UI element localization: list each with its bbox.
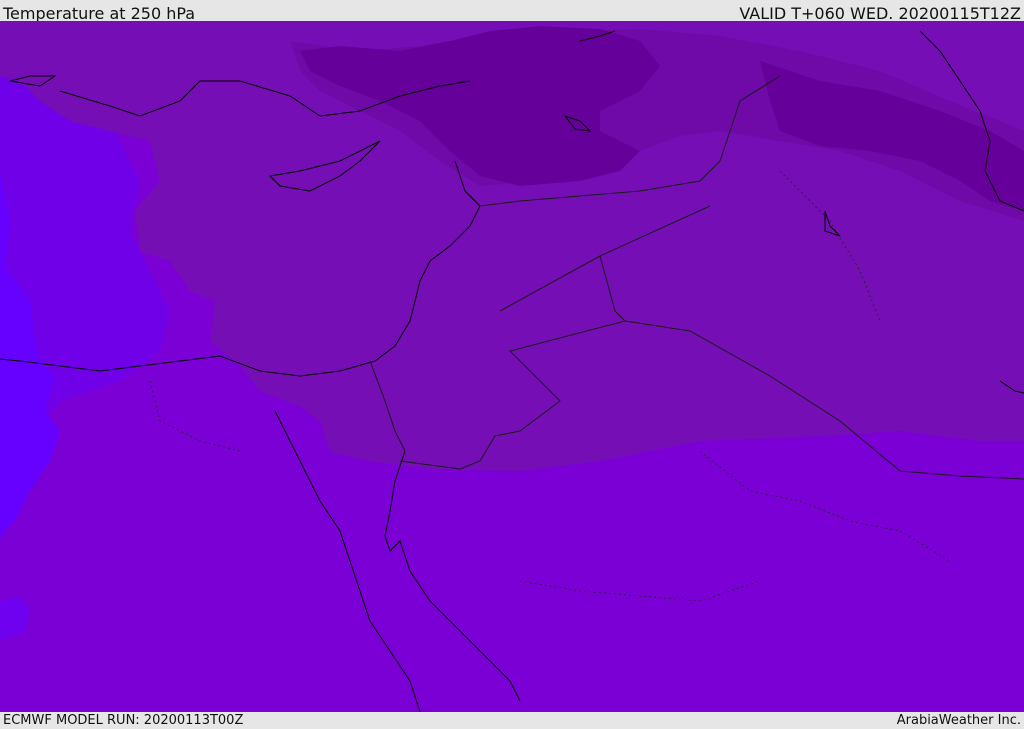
credit-text: ArabiaWeather Inc. <box>896 713 1021 728</box>
header-bar: Temperature at 250 hPa VALID T+060 WED. … <box>0 0 1024 23</box>
temperature-map <box>0 21 1024 712</box>
map-panel[interactable] <box>0 21 1024 712</box>
footer-bar: ECMWF MODEL RUN: 20200113T00Z ArabiaWeat… <box>0 712 1024 729</box>
model-run: ECMWF MODEL RUN: 20200113T00Z <box>3 713 244 728</box>
